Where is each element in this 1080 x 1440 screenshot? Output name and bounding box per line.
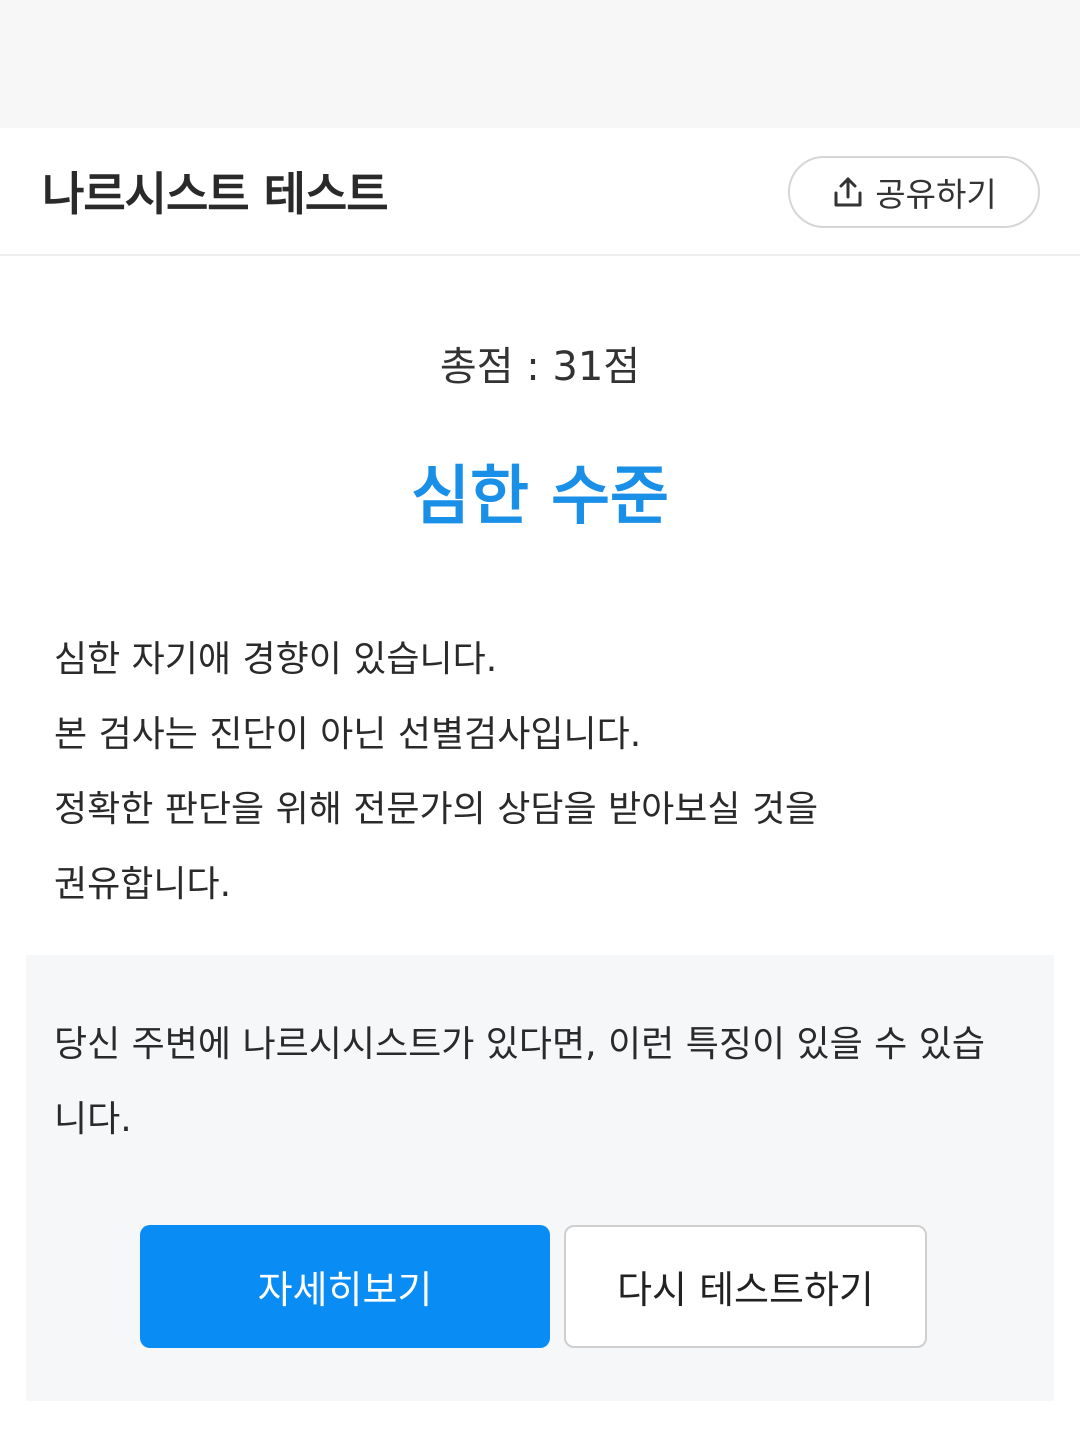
status-bar-area [0, 0, 1080, 128]
description-line: 본 검사는 진단이 아닌 선별검사입니다. [54, 714, 642, 755]
result-description: 심한 자기애 경향이 있습니다. 본 검사는 진단이 아닌 선별검사입니다. 정… [54, 622, 1034, 922]
share-button[interactable]: 공유하기 [788, 156, 1040, 228]
result-level-title: 심한 수준 [411, 460, 669, 534]
description-line: 정확한 판단을 위해 전문가의 상담을 받아보실 것을 [54, 789, 819, 830]
retake-test-button[interactable]: 다시 테스트하기 [564, 1225, 927, 1348]
description-line: 권유합니다. [54, 864, 232, 905]
view-details-button[interactable]: 자세히보기 [140, 1225, 550, 1348]
description-line: 심한 자기애 경향이 있습니다. [54, 639, 498, 680]
app-header: 나르시스트 테스트 공유하기 [0, 128, 1080, 256]
share-button-label: 공유하기 [875, 176, 997, 213]
share-upload-icon [834, 177, 862, 207]
info-text: 당신 주변에 나르시시스트가 있다면, 이런 특징이 있을 수 있습니다. [54, 1024, 985, 1140]
page-title: 나르시스트 테스트 [42, 167, 389, 221]
info-panel: 당신 주변에 나르시시스트가 있다면, 이런 특징이 있을 수 있습니다. 자세… [26, 955, 1054, 1401]
total-score: 총점 : 31점 [439, 344, 641, 390]
